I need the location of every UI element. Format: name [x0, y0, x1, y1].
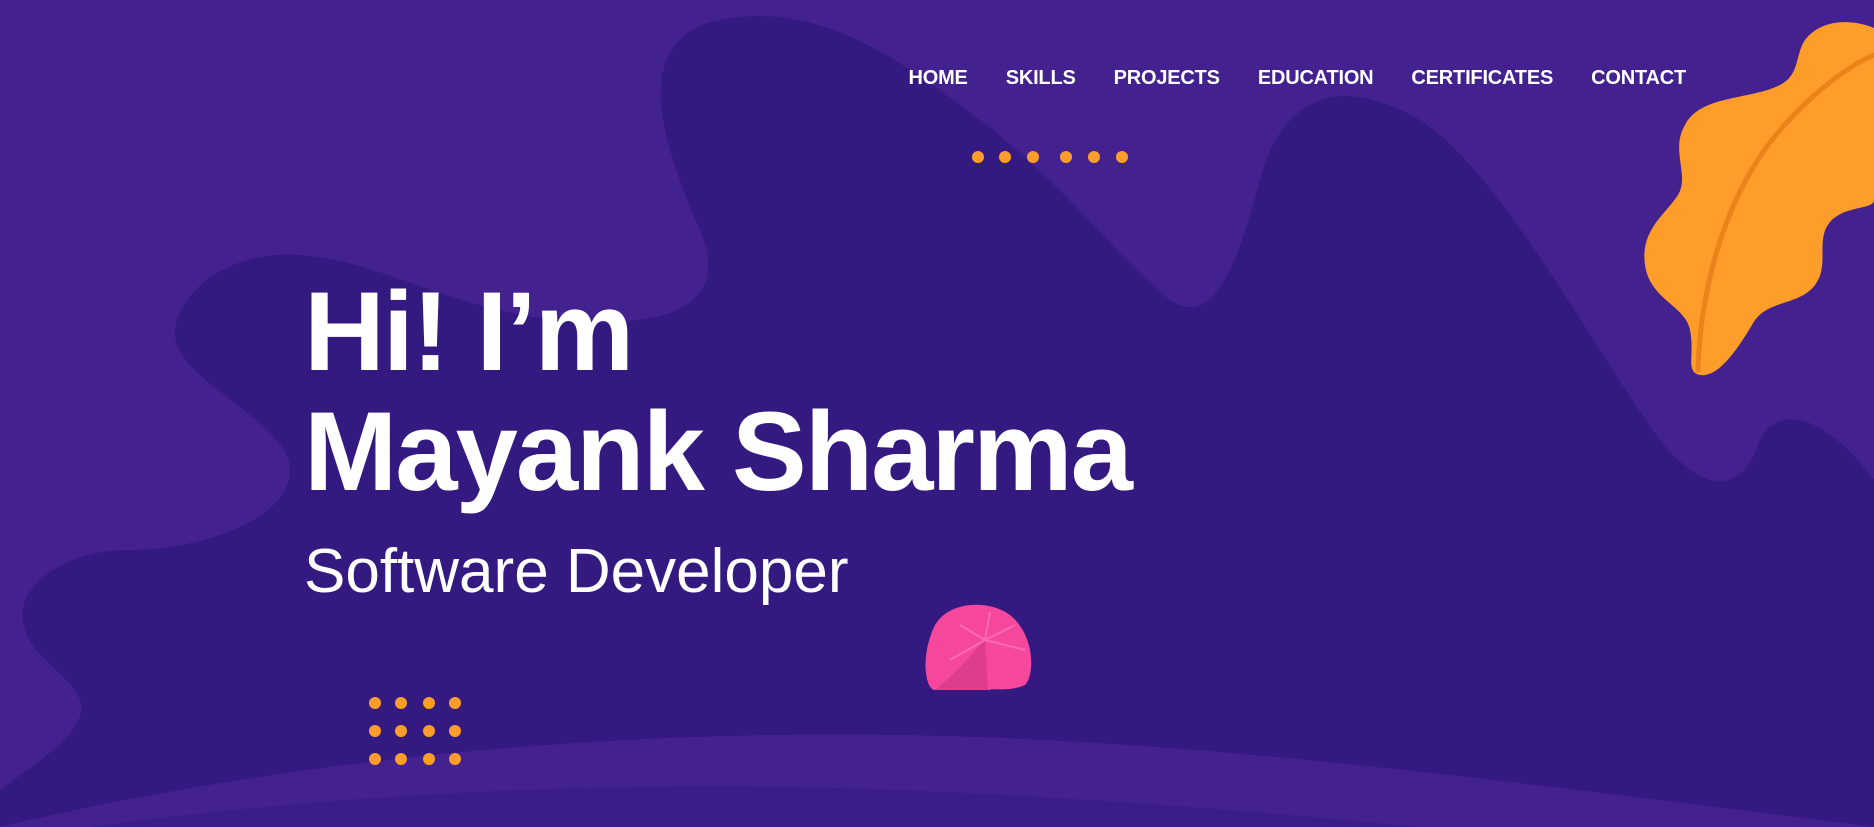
nav-home[interactable]: HOME: [908, 66, 967, 90]
nav-contact[interactable]: CONTACT: [1591, 66, 1686, 90]
hero-greeting: Hi! I’m: [304, 269, 634, 394]
nav-education[interactable]: EDUCATION: [1258, 66, 1374, 90]
hero-name: Mayank Sharma: [304, 389, 1133, 514]
nav-projects[interactable]: PROJECTS: [1114, 66, 1220, 90]
nav-certificates[interactable]: CERTIFICATES: [1411, 66, 1553, 90]
hero-role: Software Developer: [304, 537, 849, 606]
hero-section: Hi! I’m Mayank Sharma Software Developer: [304, 269, 1133, 608]
nav-skills[interactable]: SKILLS: [1006, 66, 1076, 90]
main-nav: HOME SKILLS PROJECTS EDUCATION CERTIFICA…: [900, 66, 1686, 90]
